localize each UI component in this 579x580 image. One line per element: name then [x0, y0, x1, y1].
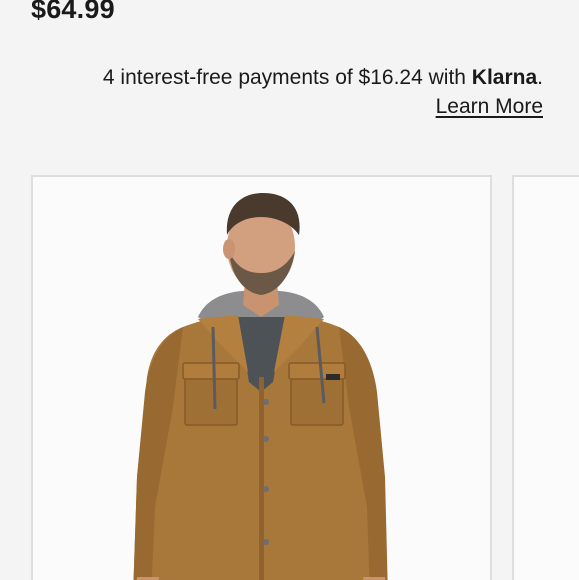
model-in-jacket-image — [33, 177, 490, 580]
klarna-payment-message: 4 interest-free payments of $16.24 with … — [103, 63, 543, 121]
learn-more-link[interactable]: Learn More — [436, 92, 543, 121]
klarna-brand: Klarna — [471, 66, 538, 89]
product-price: $64.99 — [31, 0, 115, 24]
product-detail-page: $64.99 4 interest-free payments of $16.2… — [0, 0, 579, 580]
product-image-gallery — [31, 175, 579, 580]
product-image-main[interactable] — [31, 175, 492, 580]
product-image-next[interactable] — [512, 175, 579, 580]
klarna-period: . — [537, 66, 543, 89]
klarna-text: 4 interest-free payments of $16.24 with — [102, 66, 472, 89]
